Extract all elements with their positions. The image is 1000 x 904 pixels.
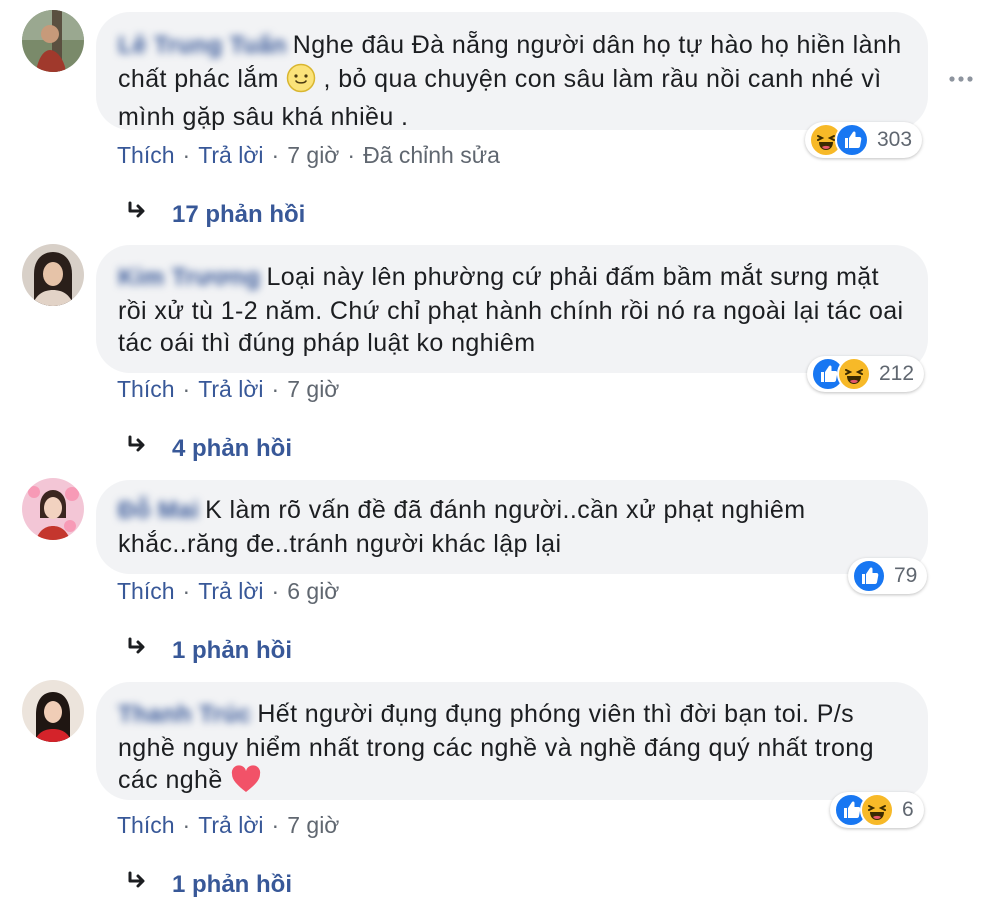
- avatar[interactable]: [22, 10, 84, 72]
- like-reaction-icon: [852, 559, 886, 593]
- reaction-count: 212: [879, 362, 915, 385]
- haha-reaction-icon: [837, 357, 871, 391]
- reaction-summary[interactable]: 212: [807, 356, 925, 392]
- reaction-summary[interactable]: 6: [830, 792, 924, 828]
- separator: ·: [182, 376, 191, 402]
- heart-emoji-icon: [230, 764, 262, 803]
- comment-time[interactable]: 7 giờ: [287, 142, 339, 168]
- separator: ·: [271, 376, 280, 402]
- comment-bubble: Đỗ Mai K làm rõ vấn đề đã đánh người..cần…: [96, 480, 928, 574]
- reply-arrow-icon: [126, 433, 172, 464]
- like-link[interactable]: Thích: [117, 142, 175, 168]
- reply-arrow-icon: [126, 199, 172, 230]
- comment-actions: Thích · Trả lời · 7 giờ: [117, 812, 339, 839]
- separator: ·: [182, 142, 191, 168]
- reaction-count: 303: [877, 128, 913, 151]
- reply-arrow-icon: [126, 635, 172, 666]
- separator: ·: [182, 578, 191, 604]
- comment-actions: Thích · Trả lời · 7 giờ: [117, 376, 339, 403]
- reply-link[interactable]: Trả lời: [198, 142, 263, 168]
- reply-arrow-icon: [126, 869, 172, 900]
- replies-count[interactable]: 1 phản hồi: [172, 637, 292, 665]
- replies-count[interactable]: 17 phản hồi: [172, 201, 305, 229]
- comment-time[interactable]: 6 giờ: [287, 578, 339, 604]
- comment-author[interactable]: Kim Trương: [118, 262, 260, 295]
- separator: ·: [347, 142, 356, 168]
- comment-time[interactable]: 7 giờ: [287, 812, 339, 838]
- reply-link[interactable]: Trả lời: [198, 376, 263, 402]
- comment-author[interactable]: Thanh Trúc: [118, 699, 251, 732]
- reply-link[interactable]: Trả lời: [198, 578, 263, 604]
- comment-author[interactable]: Lê Trung Tuấn: [118, 30, 287, 63]
- comment-bubble: Kim Trương Loại này lên phường cứ phải đấ…: [96, 245, 928, 373]
- like-link[interactable]: Thích: [117, 376, 175, 402]
- separator: ·: [271, 812, 280, 838]
- haha-reaction-icon: [860, 793, 894, 827]
- avatar[interactable]: [22, 680, 84, 742]
- separator: ·: [271, 578, 280, 604]
- reaction-count: 6: [902, 798, 914, 821]
- view-replies-link[interactable]: 4 phản hồi: [126, 433, 292, 464]
- view-replies-link[interactable]: 1 phản hồi: [126, 635, 292, 666]
- comment-author[interactable]: Đỗ Mai: [118, 495, 199, 528]
- view-replies-link[interactable]: 17 phản hồi: [126, 199, 305, 230]
- comment-text: K làm rõ vấn đề đã đánh người..cần xử ph…: [118, 496, 806, 558]
- like-reaction-icon: [835, 123, 869, 157]
- comment-bubble: Thanh Trúc Hết người đụng đụng phóng viên…: [96, 682, 928, 800]
- comment-bubble: Lê Trung Tuấn Nghe đâu Đà nẵng người dân …: [96, 12, 928, 131]
- reaction-summary[interactable]: 79: [848, 558, 928, 594]
- replies-count[interactable]: 1 phản hồi: [172, 871, 292, 899]
- comment-actions: Thích · Trả lời · 7 giờ · Đã chỉnh sửa: [117, 142, 500, 169]
- separator: ·: [182, 812, 191, 838]
- reaction-summary[interactable]: 303: [805, 122, 923, 158]
- comment-actions: Thích · Trả lời · 6 giờ: [117, 578, 339, 605]
- more-options-icon[interactable]: [948, 70, 974, 88]
- reply-link[interactable]: Trả lời: [198, 812, 263, 838]
- like-link[interactable]: Thích: [117, 578, 175, 604]
- view-replies-link[interactable]: 1 phản hồi: [126, 869, 292, 900]
- edited-label[interactable]: Đã chỉnh sửa: [363, 142, 500, 168]
- avatar[interactable]: [22, 478, 84, 540]
- like-link[interactable]: Thích: [117, 812, 175, 838]
- comment-time[interactable]: 7 giờ: [287, 376, 339, 402]
- avatar[interactable]: [22, 244, 84, 306]
- smile-emoji-icon: [286, 63, 316, 102]
- separator: ·: [271, 142, 280, 168]
- replies-count[interactable]: 4 phản hồi: [172, 435, 292, 463]
- reaction-count: 79: [894, 564, 918, 587]
